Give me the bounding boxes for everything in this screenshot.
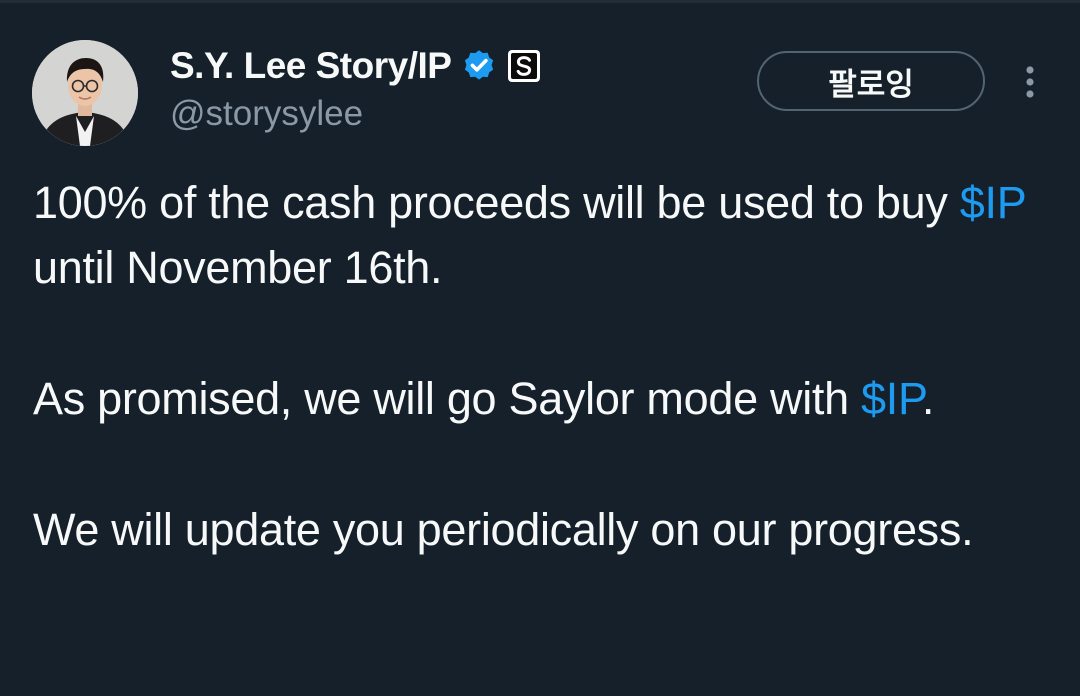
story-protocol-logo-icon[interactable] xyxy=(507,49,541,83)
display-name[interactable]: S.Y. Lee Story/IP xyxy=(170,45,452,87)
user-handle[interactable]: @storysylee xyxy=(170,94,363,134)
verified-checkmark-icon[interactable] xyxy=(461,48,497,84)
tweet-text-segment: until November 16th. xyxy=(33,242,443,293)
display-name-row[interactable]: S.Y. Lee Story/IP xyxy=(170,42,541,90)
tweet-text-segment: We will update you periodically on our p… xyxy=(33,504,974,555)
tweet-paragraph: We will update you periodically on our p… xyxy=(33,497,1053,562)
avatar-photo-icon xyxy=(32,40,138,146)
tweet-paragraph: 100% of the cash proceeds will be used t… xyxy=(33,170,1053,300)
more-options-button[interactable] xyxy=(1013,60,1047,104)
following-button[interactable]: 팔로잉 xyxy=(757,51,985,111)
tweet-paragraph: As promised, we will go Saylor mode with… xyxy=(33,366,1053,431)
top-divider xyxy=(0,0,1080,3)
tweet-text: 100% of the cash proceeds will be used t… xyxy=(33,170,1053,628)
avatar[interactable] xyxy=(32,40,138,146)
tweet-text-segment: . xyxy=(921,373,935,424)
cashtag-link[interactable]: $IP xyxy=(861,373,922,424)
tweet-text-segment: As promised, we will go Saylor mode with xyxy=(33,373,862,424)
more-vertical-icon xyxy=(1026,66,1034,98)
cashtag-link[interactable]: $IP xyxy=(960,177,1026,228)
tweet-text-segment: 100% of the cash proceeds will be used t… xyxy=(33,177,960,228)
